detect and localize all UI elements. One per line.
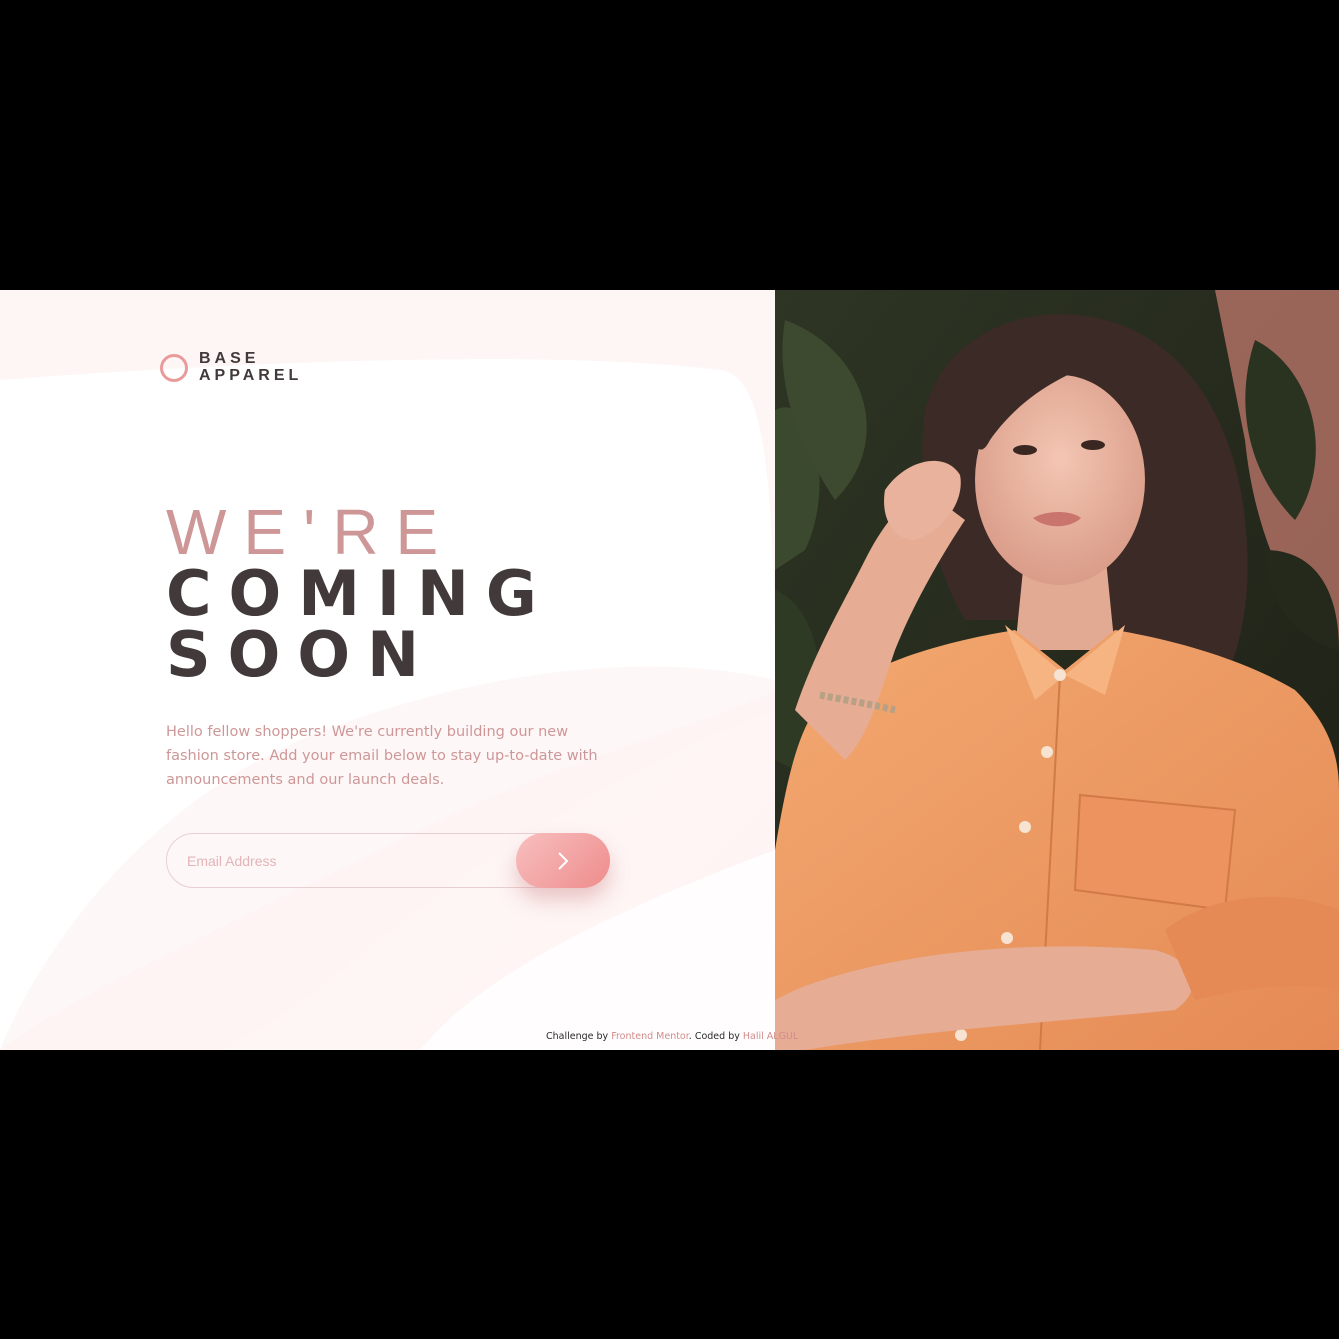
author-link[interactable]: Halil ALGUL	[743, 1031, 798, 1042]
logo-ring-icon	[160, 354, 188, 382]
brand-logo[interactable]: BASE APPAREL	[160, 350, 302, 384]
brand-line-1: BASE	[199, 350, 260, 367]
attribution-middle: . Coded by	[688, 1031, 740, 1042]
content-panel: BASE APPAREL WE'RE COMING SOON Hello fel…	[0, 290, 775, 1050]
brand-name: BASE APPAREL	[199, 350, 302, 384]
frontend-mentor-link[interactable]: Frontend Mentor	[611, 1031, 689, 1042]
page: BASE APPAREL WE'RE COMING SOON Hello fel…	[0, 290, 1339, 1050]
title-light-line: WE'RE	[166, 496, 456, 568]
subscribe-form	[166, 833, 610, 888]
submit-button[interactable]	[516, 833, 610, 888]
woman-in-orange-shirt-photo	[775, 290, 1339, 1050]
hero-image	[775, 290, 1339, 1050]
title-bold-line-1: COMING	[166, 557, 554, 630]
attribution: Challenge by Frontend Mentor. Coded by H…	[546, 1031, 798, 1042]
page-title: WE'RE COMING SOON	[166, 496, 554, 691]
attribution-prefix: Challenge by	[546, 1031, 609, 1042]
arrow-right-icon	[558, 851, 569, 870]
title-bold-line-2: SOON	[166, 618, 436, 691]
intro-text: Hello fellow shoppers! We're currently b…	[166, 724, 598, 788]
brand-line-2: APPAREL	[199, 367, 303, 384]
